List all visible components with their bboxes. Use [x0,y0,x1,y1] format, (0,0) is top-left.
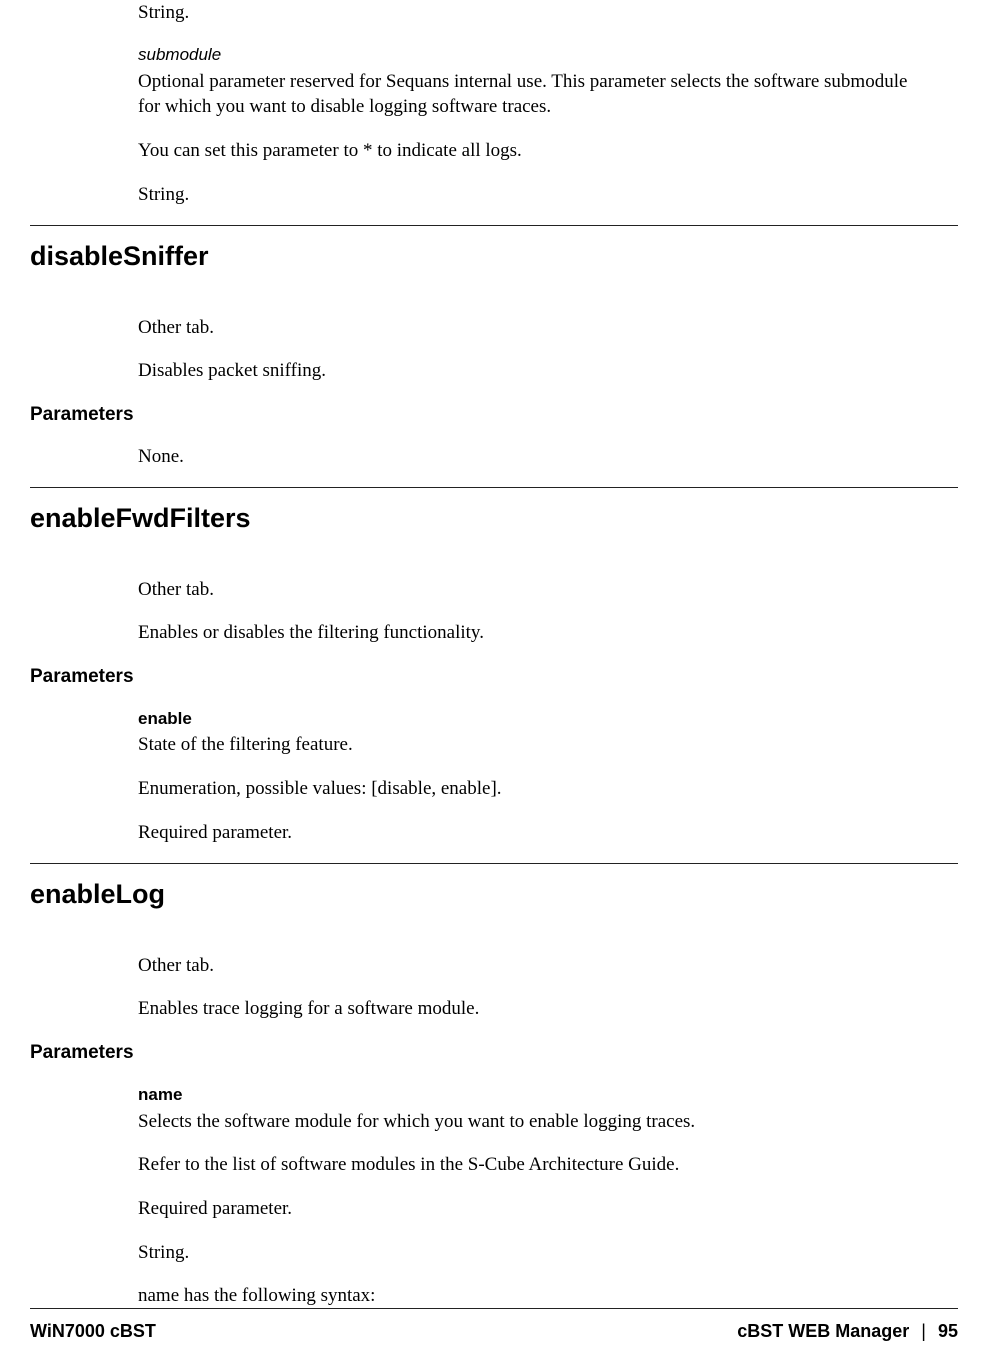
body-text: String. [138,1240,928,1266]
section-heading-disablesniffer: disableSniffer [30,238,958,274]
section-body: Other tab. Disables packet sniffing. [138,315,928,384]
param-name-submodule: submodule [138,44,928,67]
footer-left: WiN7000 cBST [30,1319,156,1343]
body-text: Selects the software module for which yo… [138,1109,928,1135]
section-body: enable State of the filtering feature. E… [138,708,928,846]
body-text: Other tab. [138,577,928,603]
body-text: Required parameter. [138,820,928,846]
param-name-enable: enable [138,708,928,731]
page-content: String. submodule Optional parameter res… [0,0,992,1309]
parameters-heading: Parameters [30,1040,958,1066]
body-text: You can set this parameter to * to indic… [138,138,928,164]
body-text: Enumeration, possible values: [disable, … [138,776,928,802]
body-text: String. [138,182,928,208]
body-text: State of the filtering feature. [138,732,928,758]
body-text: Disables packet sniffing. [138,358,928,384]
param-name-name: name [138,1084,928,1107]
section-divider [30,225,958,226]
section-heading-enablefwdfilters: enableFwdFilters [30,500,958,536]
footer-separator: | [921,1319,926,1343]
intro-block: String. submodule Optional parameter res… [138,0,928,207]
parameters-heading: Parameters [30,664,958,690]
footer-right: cBST WEB Manager | 95 [737,1319,958,1343]
body-text: Other tab. [138,953,928,979]
footer-section-label: cBST WEB Manager [737,1319,909,1343]
section-body: name Selects the software module for whi… [138,1084,928,1309]
page-footer: WiN7000 cBST cBST WEB Manager | 95 [30,1308,958,1343]
section-divider [30,487,958,488]
body-text: Required parameter. [138,1196,928,1222]
body-text: Refer to the list of software modules in… [138,1152,928,1178]
body-text: Enables or disables the filtering functi… [138,620,928,646]
body-text: Enables trace logging for a software mod… [138,996,928,1022]
section-divider [30,863,958,864]
page-number: 95 [938,1319,958,1343]
body-text: Other tab. [138,315,928,341]
section-heading-enablelog: enableLog [30,876,958,912]
section-body: Other tab. Enables trace logging for a s… [138,953,928,1022]
body-text: None. [138,444,928,470]
section-body: Other tab. Enables or disables the filte… [138,577,928,646]
parameters-heading: Parameters [30,402,958,428]
body-text: Optional parameter reserved for Sequans … [138,69,928,120]
body-text: String. [138,0,928,26]
section-body: None. [138,444,928,470]
body-text: name has the following syntax: [138,1283,928,1309]
